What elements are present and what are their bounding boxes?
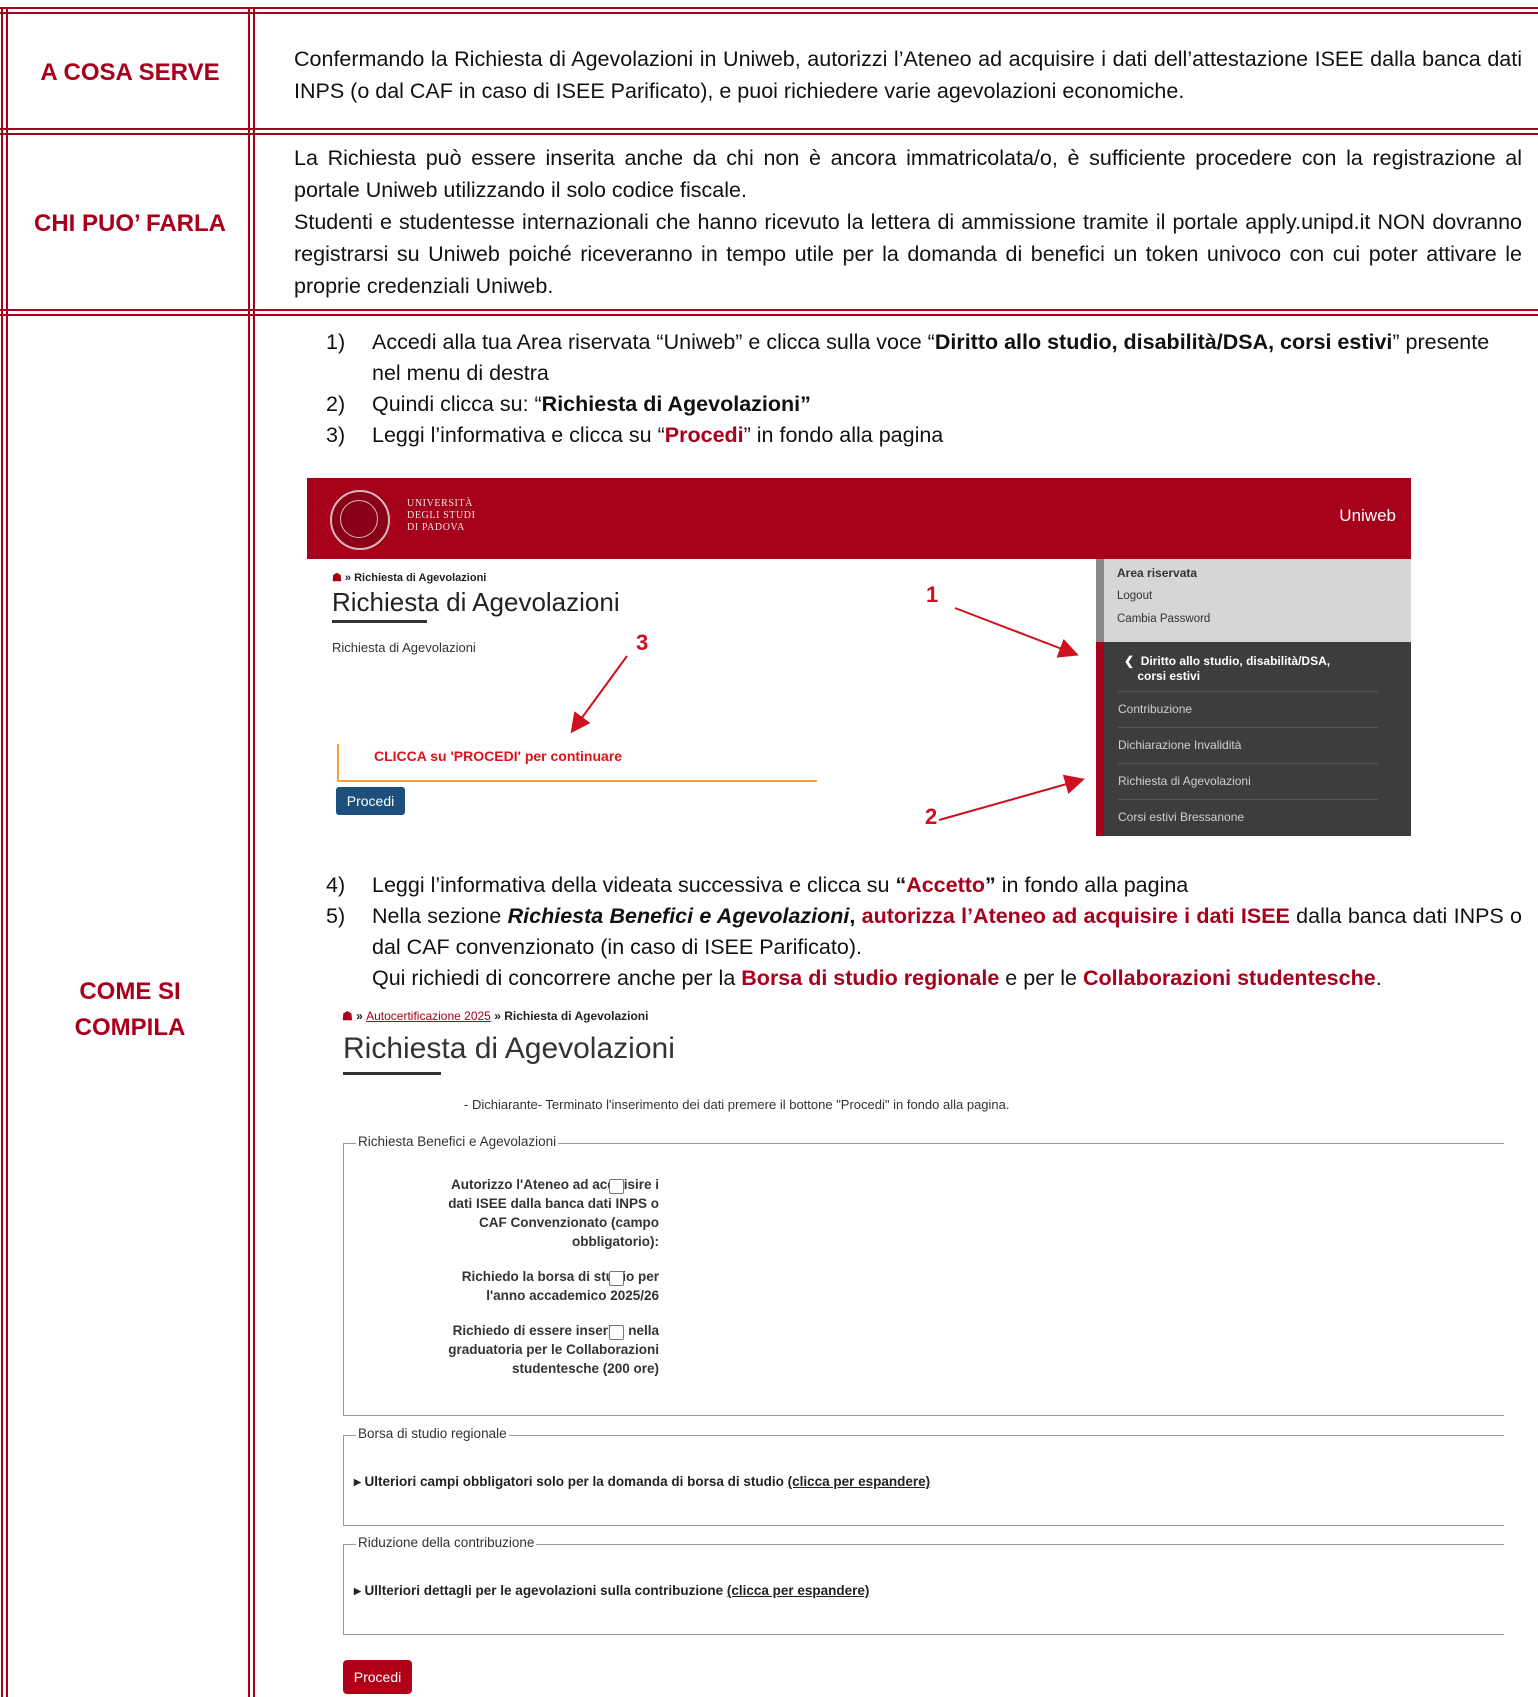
step-2: 2) Quindi clicca su: “Richiesta di Agevo… [326, 389, 1522, 420]
step-text: Qui richiedi di concorrere anche per la [372, 966, 742, 990]
arrow-3 [570, 655, 628, 734]
chi-paragraph-2: Studenti e studentesse internazionali ch… [294, 210, 1522, 298]
step-quote: ” [985, 873, 996, 897]
table-border-top [0, 7, 1538, 14]
fieldset-borsa-regionale: Borsa di studio regionale ▸ Ulteriori ca… [343, 1426, 1504, 1526]
step-3: 3) Leggi l’informativa e clicca su “Proc… [326, 420, 1522, 451]
fieldset-riduzione-contribuzione: Riduzione della contribuzione ▸ Ullterio… [343, 1535, 1504, 1635]
step-emphasis: autorizza l’Ateneo ad acquisire i dati I… [855, 904, 1290, 928]
breadcrumb-2: ☗ » Autocertificazione 2025 » Richiesta … [342, 1009, 648, 1023]
table-border-row2 [0, 309, 1538, 316]
step-number: 5) [326, 904, 346, 928]
label-line-1: COME SI [79, 978, 181, 1005]
step-text: . [1375, 966, 1382, 990]
step-emphasis: Collaborazioni studentesche [1083, 966, 1376, 990]
step-text: Leggi l’informativa della videata succes… [372, 873, 896, 897]
step-text: e per le [999, 966, 1083, 990]
step-text: Quindi clicca su: “ [372, 392, 542, 416]
steps-1-3: 1) Accedi alla tua Area riservata “Uniwe… [326, 327, 1522, 451]
chi-paragraph-1: La Richiesta può essere inserita anche d… [294, 146, 1522, 202]
fieldset-legend: Richiesta Benefici e Agevolazioni [356, 1134, 559, 1149]
field-label-autorizzo-isee: Autorizzo l'Ateneo ad acquisire i dati I… [448, 1177, 659, 1249]
expand-link[interactable]: (clicca per espandere) [727, 1583, 870, 1598]
step-text: in fondo alla pagina [995, 873, 1189, 897]
expand-contribuzione[interactable]: ▸ Ullteriori dettagli per le agevolazion… [354, 1583, 869, 1599]
annotation-arrows [570, 607, 1085, 821]
breadcrumb-current: Richiesta di Agevolazioni [504, 1009, 649, 1023]
step-number: 1) [326, 330, 346, 354]
step-text: Leggi l’informativa e clicca su “ [372, 423, 665, 447]
fieldset-richiesta-benefici: Richiesta Benefici e Agevolazioni Autori… [343, 1134, 1504, 1416]
expand-borsa-studio[interactable]: ▸ Ulteriori campi obbligatori solo per l… [354, 1474, 930, 1490]
breadcrumb-link-autocertificazione[interactable]: Autocertificazione 2025 [366, 1009, 491, 1023]
step-emphasis: Accetto [906, 873, 986, 897]
table-border-row1 [0, 128, 1538, 135]
arrow-label-2: 2 [925, 804, 938, 829]
dichiarante-note: - Dichiarante- Terminato l'inserimento d… [464, 1097, 1010, 1112]
step-number: 3) [326, 423, 346, 447]
breadcrumb-separator: » [352, 1009, 367, 1023]
arrow-label-3: 3 [636, 630, 649, 655]
home-icon[interactable]: ☗ [342, 1009, 353, 1023]
row-label-chi-puo-farla: CHI PUO’ FARLA [33, 210, 226, 237]
step-emphasis: Procedi [664, 423, 744, 447]
step-emphasis: Richiesta Benefici e Agevolazioni [507, 904, 850, 928]
page-title-2: Richiesta di Agevolazioni [343, 1032, 675, 1065]
step-5-continued: Qui richiedi di concorrere anche per la … [326, 963, 1522, 994]
row-text-chi-puo-farla: La Richiesta può essere inserita anche d… [294, 142, 1522, 302]
step-emphasis: Diritto allo studio, disabilità/DSA, cor… [934, 330, 1393, 354]
step-text: Accedi alla tua Area riservata “Uniweb” … [372, 330, 935, 354]
table-border-mid [248, 7, 255, 1697]
row-label-come-si-compila: COME SI COMPILA [14, 974, 246, 1046]
label-line-2: COMPILA [74, 1014, 186, 1041]
arrow-label-1: 1 [926, 582, 939, 607]
step-1: 1) Accedi alla tua Area riservata “Uniwe… [326, 327, 1522, 389]
table-border-left [1, 7, 8, 1697]
arrow-1 [954, 607, 1079, 658]
step-quote: “ [895, 873, 907, 897]
title-underline-2 [343, 1072, 441, 1075]
field-label-collaborazioni: Richiedo di essere inserito nella gradua… [448, 1323, 659, 1376]
row-text-a-cosa-serve: Confermando la Richiesta di Agevolazioni… [294, 47, 1522, 103]
checkbox-collaborazioni[interactable] [609, 1325, 624, 1340]
steps-4-5: 4) Leggi l’informativa della videata suc… [326, 870, 1522, 994]
checkbox-autorizzo-isee[interactable] [609, 1179, 624, 1194]
field-label-borsa-studio: Richiedo la borsa di studio per l'anno a… [461, 1269, 659, 1303]
step-number: 2) [326, 392, 346, 416]
fieldset-legend: Borsa di studio regionale [356, 1426, 509, 1441]
step-emphasis: Richiesta di Agevolazioni” [541, 392, 811, 416]
step-5: 5) Nella sezione Richiesta Benefici e Ag… [326, 901, 1522, 963]
row-label-a-cosa-serve: A COSA SERVE [40, 59, 220, 86]
step-emphasis: Borsa di studio regionale [741, 966, 1000, 990]
screenshot-uniweb-menu: UNIVERSITÀ DEGLI STUDI DI PADOVA Uniweb … [307, 478, 1411, 836]
procedi-button-2[interactable]: Procedi [343, 1660, 412, 1694]
expand-link[interactable]: (clicca per espandere) [788, 1474, 931, 1489]
checkbox-borsa-studio[interactable] [609, 1271, 624, 1286]
breadcrumb-separator: » [490, 1009, 505, 1023]
expand-text: ▸ Ulteriori campi obbligatori solo per l… [354, 1474, 788, 1489]
step-number: 4) [326, 873, 346, 897]
fieldset-legend: Riduzione della contribuzione [356, 1535, 537, 1550]
step-text: Nella sezione [372, 904, 508, 928]
step-text: ” in fondo alla pagina [743, 423, 944, 447]
expand-text: ▸ Ullteriori dettagli per le agevolazion… [354, 1583, 727, 1598]
arrow-2 [938, 774, 1085, 821]
step-4: 4) Leggi l’informativa della videata suc… [326, 870, 1522, 901]
